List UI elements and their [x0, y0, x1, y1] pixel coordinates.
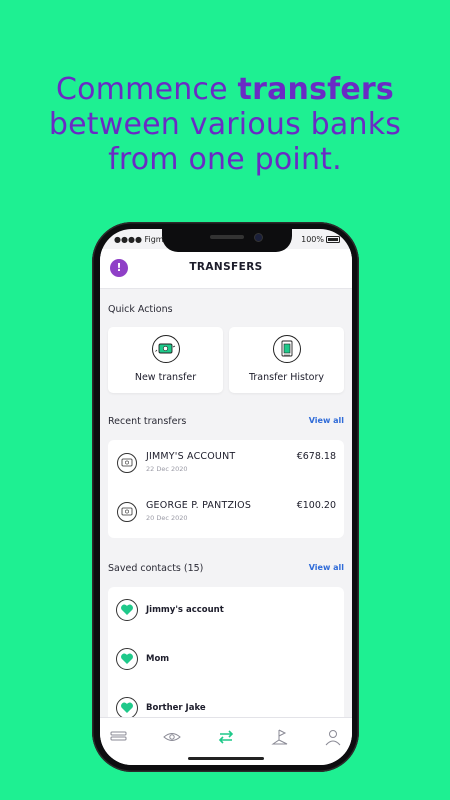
new-transfer-button[interactable]: New transfer: [108, 327, 223, 393]
money-transfer-icon: [152, 335, 180, 363]
headline-line2: between various banks: [48, 107, 402, 142]
recent-transfers-view-all-link[interactable]: View all: [309, 416, 344, 425]
speaker-grille: [210, 235, 244, 239]
transfer-history-label: Transfer History: [248, 372, 325, 383]
transfer-date: 22 Dec 2020: [146, 465, 188, 473]
transfer-date: 20 Dec 2020: [146, 514, 188, 522]
phone-notch: [162, 226, 292, 252]
headline-part1: Commence: [56, 72, 238, 107]
new-transfer-label: New transfer: [134, 372, 197, 383]
document-history-icon: [273, 335, 301, 363]
transfer-row[interactable]: JIMMY'S ACCOUNT 22 Dec 2020 €678.18: [108, 442, 344, 488]
camera-icon: [254, 233, 263, 242]
battery-icon: [326, 236, 340, 243]
contact-name: Borther Jake: [146, 703, 206, 713]
saved-contacts-list: Jimmy's account Mom Borther Jake: [108, 587, 344, 727]
headline-highlight: transfers: [237, 72, 394, 107]
page-title: TRANSFERS: [189, 261, 263, 273]
promo-headline: Commence transfers between various banks…: [0, 72, 450, 177]
app-header: ! TRANSFERS: [100, 249, 352, 289]
signal-icon: ●●●●: [114, 235, 142, 244]
recent-transfers-label: Recent transfers: [108, 416, 187, 427]
saved-contacts-label: Saved contacts (15): [108, 563, 204, 574]
transfer-name: JIMMY'S ACCOUNT: [146, 451, 236, 462]
status-battery: 100%: [301, 235, 340, 244]
transfer-row[interactable]: GEORGE P. PANTZIOS 20 Dec 2020 €100.20: [108, 491, 344, 537]
profile-icon[interactable]: [323, 728, 343, 746]
transfer-amount: €678.18: [296, 451, 336, 462]
bank-transfer-icon: [117, 502, 137, 522]
heart-icon: [116, 697, 138, 719]
heart-icon: [116, 648, 138, 670]
saved-contacts-view-all-link[interactable]: View all: [309, 563, 344, 572]
bank-transfer-icon: [117, 453, 137, 473]
accounts-icon[interactable]: [109, 728, 129, 746]
eye-icon[interactable]: [162, 728, 182, 746]
flag-icon[interactable]: [270, 728, 290, 746]
transfer-history-button[interactable]: Transfer History: [229, 327, 344, 393]
transfer-amount: €100.20: [296, 500, 336, 511]
quick-actions-label: Quick Actions: [108, 304, 173, 315]
recent-transfers-list: JIMMY'S ACCOUNT 22 Dec 2020 €678.18 GEOR…: [108, 440, 344, 538]
heart-icon: [116, 599, 138, 621]
transfer-arrows-icon[interactable]: [216, 728, 236, 746]
headline-line3: from one point.: [108, 142, 342, 177]
contact-name: Jimmy's account: [146, 605, 224, 615]
phone-screen: ●●●● Figma ◠ 100% ! TRANSFERS Quick Acti…: [100, 229, 352, 765]
transfer-name: GEORGE P. PANTZIOS: [146, 500, 252, 511]
contact-item[interactable]: Mom: [108, 636, 344, 684]
contact-name: Mom: [146, 654, 170, 664]
contact-item[interactable]: Jimmy's account: [108, 587, 344, 635]
home-indicator: [188, 757, 264, 760]
